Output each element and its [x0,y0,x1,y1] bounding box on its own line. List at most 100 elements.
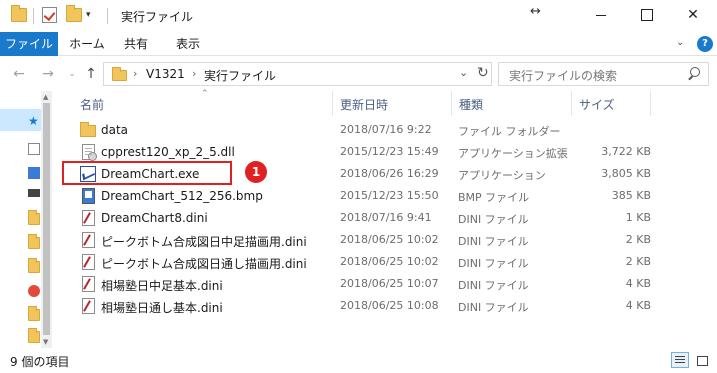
new-folder-icon[interactable] [66,5,82,22]
file-name: data [101,123,129,137]
breadcrumb-separator: › [192,67,197,80]
column-divider[interactable] [451,91,452,116]
dini-file-icon [82,210,95,226]
back-arrow-icon[interactable]: ← [11,65,27,83]
column-divider[interactable] [650,91,651,116]
column-divider[interactable] [332,91,333,116]
file-name: ピークボトム合成図日通し描画用.dini [101,257,307,271]
file-row[interactable]: DreamChart8.dini 2018/07/16 9:41 DINI ファ… [74,207,674,229]
file-row[interactable]: ピークボトム合成図日通し描画用.dini 2018/06/25 10:02 DI… [74,251,674,273]
nav-file-icon[interactable] [28,143,40,155]
file-size: 1 KB [625,211,651,224]
file-row[interactable]: DreamChart_512_256.bmp 2015/12/23 15:50 … [74,185,674,207]
file-type: DINI ファイル [458,301,529,314]
refresh-icon[interactable]: ↻ [477,65,489,81]
file-type: DINI ファイル [458,213,529,226]
close-button[interactable]: ✕ [670,0,716,30]
scroll-down-icon[interactable]: ▼ [43,338,48,346]
quick-access-star-icon[interactable]: ★ [28,114,40,128]
maximize-button[interactable] [624,0,670,30]
file-modified: 2018/06/25 10:02 [340,255,439,268]
tab-file[interactable]: ファイル [0,32,58,56]
window-title: 実行ファイル [121,10,194,24]
column-divider[interactable] [571,91,572,116]
toolbar-separator [107,8,108,24]
item-count: 9 個の項目 [10,355,70,369]
file-row[interactable]: data 2018/07/16 9:22 ファイル フォルダー [74,119,674,141]
nav-app-icon[interactable] [28,285,40,297]
column-header-modified[interactable]: 更新日時 [340,96,388,113]
file-type: DINI ファイル [458,279,529,292]
help-icon[interactable]: ? [697,36,713,52]
file-name: DreamChart8.dini [101,211,208,225]
column-header-size[interactable]: サイズ [579,96,615,113]
search-icon[interactable] [687,67,701,81]
properties-check-icon[interactable] [42,7,57,23]
file-modified: 2018/07/16 9:22 [340,123,432,136]
scroll-up-icon[interactable]: ▲ [43,93,48,101]
column-header-type[interactable]: 種類 [459,96,483,113]
expand-ribbon-icon[interactable]: ⌄ [676,37,684,48]
nav-drive-icon[interactable] [28,189,40,197]
file-modified: 2018/06/25 10:02 [340,233,439,246]
quick-access-dropdown-icon[interactable]: ▾ [86,10,96,20]
address-bar[interactable]: › V1321 › 実行ファイル ⌄ ↻ [103,62,492,86]
file-modified: 2018/06/25 10:08 [340,299,439,312]
column-header-name[interactable]: 名前 [80,96,104,113]
file-name: cpprest120_xp_2_5.dll [101,145,235,159]
address-dropdown-icon[interactable]: ⌄ [459,66,468,79]
navigation-bar: ← → ⌄ ↑ › V1321 › 実行ファイル ⌄ ↻ 実行ファイルの検索 [0,57,717,91]
bmp-file-icon [82,188,95,204]
file-modified: 2015/12/23 15:50 [340,189,439,202]
breadcrumb-current-folder[interactable]: 実行ファイル [204,67,276,84]
file-type: DINI ファイル [458,257,529,270]
column-headers: ⌃ 名前 更新日時 種類 サイズ [52,89,717,116]
file-size: 385 KB [611,189,651,202]
file-row[interactable]: 相場塾日中足基本.dini 2018/06/25 10:07 DINI ファイル… [74,273,674,295]
tab-home[interactable]: ホーム [64,32,110,56]
nav-app-icon[interactable] [28,167,40,179]
file-row[interactable]: cpprest120_xp_2_5.dll 2015/12/23 15:49 ア… [74,141,674,163]
breadcrumb-separator: › [133,67,138,80]
highlight-box [62,161,232,185]
nav-folder-icon[interactable] [28,258,40,273]
file-type: BMP ファイル [458,191,530,204]
file-size: 3,805 KB [601,167,651,180]
file-name: DreamChart_512_256.bmp [101,189,263,203]
folder-icon [80,122,96,137]
tab-view[interactable]: 表示 [168,32,208,56]
nav-folder-icon[interactable] [28,328,40,343]
file-size: 4 KB [625,277,651,290]
minimize-button[interactable] [578,0,624,30]
breadcrumb-v1321[interactable]: V1321 [146,67,185,81]
nav-scrollbar[interactable]: ▲ ▼ [41,91,52,348]
dini-file-icon [82,276,95,292]
recent-locations-icon[interactable]: ⌄ [64,65,80,83]
file-name: ピークボトム合成図日中足描画用.dini [101,235,307,249]
forward-arrow-icon[interactable]: → [40,65,56,83]
large-icons-view-icon[interactable] [693,352,711,368]
up-arrow-icon[interactable]: ↑ [83,65,99,83]
ribbon-tabs: ファイル ホーム 共有 表示 ⌄ ? [0,32,717,56]
file-modified: 2018/07/16 9:41 [340,211,432,224]
file-modified: 2015/12/23 15:49 [340,145,439,158]
file-size: 3,722 KB [601,145,651,158]
folder-icon [11,5,27,22]
file-row[interactable]: 相場塾日通し基本.dini 2018/06/25 10:08 DINI ファイル… [74,295,674,317]
file-size: 2 KB [625,233,651,246]
dini-file-icon [82,232,95,248]
nav-folder-icon[interactable] [28,234,40,249]
title-bar: ▾ 実行ファイル ↔ ✕ [0,0,717,32]
tab-share[interactable]: 共有 [116,32,156,56]
sort-ascending-icon: ⌃ [201,89,209,99]
nav-folder-icon[interactable] [28,210,40,225]
nav-folder-icon[interactable] [28,306,40,321]
details-view-icon[interactable] [671,352,689,368]
file-name: 相場塾日通し基本.dini [101,301,223,315]
navigation-pane: ★ ▲ ▼ [0,91,52,348]
scrollbar-thumb[interactable] [43,103,50,335]
search-placeholder: 実行ファイルの検索 [509,69,618,83]
file-modified: 2018/06/26 16:29 [340,167,439,180]
file-row[interactable]: ピークボトム合成図日中足描画用.dini 2018/06/25 10:02 DI… [74,229,674,251]
search-input[interactable]: 実行ファイルの検索 [498,62,709,86]
